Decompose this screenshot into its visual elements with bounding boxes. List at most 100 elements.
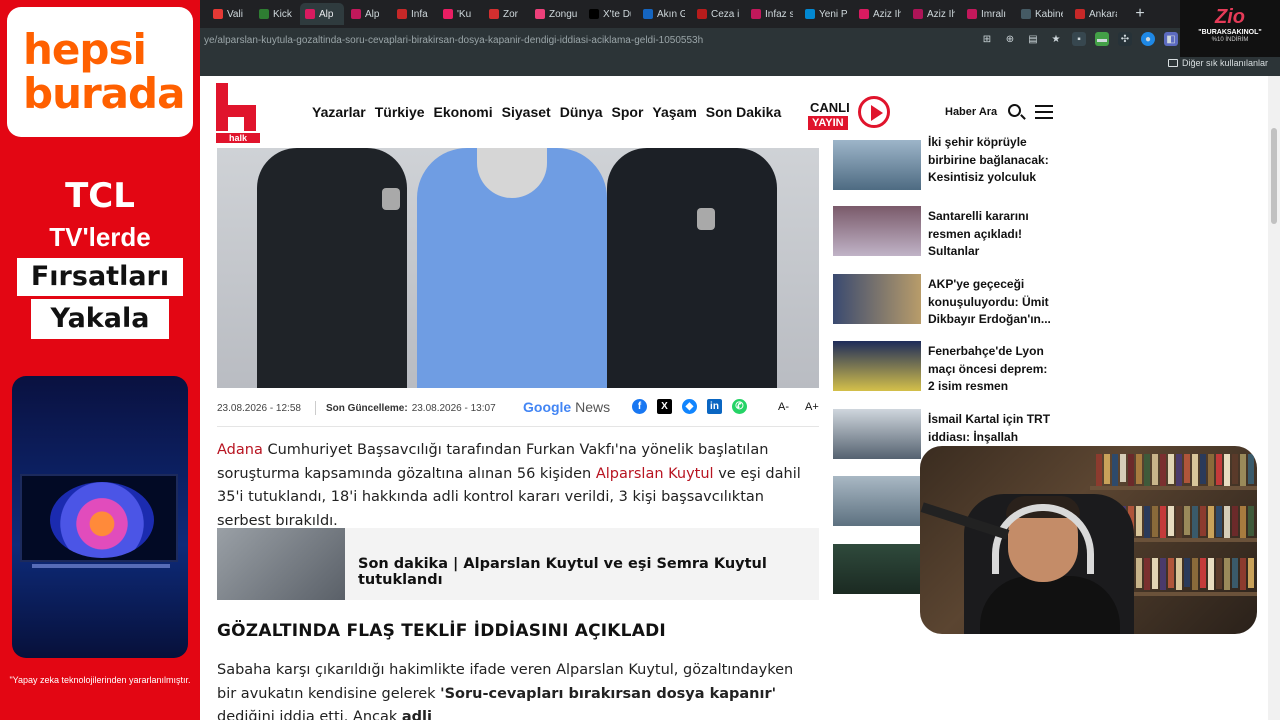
left-ad-banner[interactable]: hepsi burada TCL TV'lerde Fırsatları Yak…	[0, 0, 200, 720]
tab-favicon-icon	[535, 9, 545, 19]
related-news-title[interactable]: Son dakika | Alparslan Kuytul ve eşi Sem…	[358, 556, 819, 588]
browser-tab[interactable]: Kabine	[1016, 3, 1068, 25]
officer-left	[257, 148, 407, 388]
browser-tab[interactable]: Vali	[208, 3, 252, 25]
published-date: 23.08.2026 - 12:58	[217, 402, 301, 414]
sidebar-news-item[interactable]: Fenerbahçe'de Lyon maçı öncesi deprem: 2…	[833, 341, 1055, 397]
extension-icon[interactable]: ●	[1141, 32, 1155, 46]
bookshelf	[1090, 486, 1257, 490]
x-icon[interactable]: X	[657, 399, 672, 414]
browser-tab[interactable]: Akın Gü	[638, 3, 690, 25]
news-title[interactable]: Santarelli kararını resmen açıkladı! Sul…	[928, 208, 1053, 262]
extension-icon[interactable]: ▪	[1072, 32, 1086, 46]
search-news-label[interactable]: Haber Ara	[945, 106, 997, 118]
tab-favicon-icon	[213, 9, 223, 19]
url-text[interactable]: ye/alparslan-kuytula-gozaltinda-soru-cev…	[204, 35, 764, 46]
facebook-icon[interactable]: f	[632, 399, 647, 414]
news-title[interactable]: AKP'ye geçeceği konuşuluyordu: Ümit Dikb…	[928, 276, 1053, 329]
browser-tab[interactable]: Ankara	[1070, 3, 1122, 25]
linkedin-icon[interactable]: in	[707, 399, 722, 414]
tab-label: İnfa	[411, 8, 428, 20]
browser-tab[interactable]: 'Ku	[438, 3, 482, 25]
share-buttons: f X ◆ in ✆	[632, 399, 747, 414]
article-body-paragraph: Sabaha karşı çıkarıldığı hakimlikte ifad…	[217, 659, 807, 720]
body-text-2: dediğini iddia etti. Ancak	[217, 709, 402, 720]
extension-icon[interactable]: ◧	[1164, 32, 1178, 46]
browser-tab[interactable]: İnfaz sis	[746, 3, 798, 25]
body-quote: 'Soru-cevapları bırakırsan dosya kapanır…	[440, 685, 777, 702]
browser-tab[interactable]: Alp	[346, 3, 390, 25]
divider	[217, 426, 819, 427]
extension-icon[interactable]: ▬	[1095, 32, 1109, 46]
browser-tab[interactable]: İmralı S	[962, 3, 1014, 25]
live-broadcast-button[interactable]: CANLI YAYIN	[808, 94, 892, 132]
news-title[interactable]: Fenerbahçe'de Lyon maçı öncesi deprem: 2…	[928, 343, 1053, 397]
bluesky-icon[interactable]: ◆	[682, 399, 697, 414]
hepsiburada-logo[interactable]: hepsi burada	[7, 7, 193, 137]
browser-tab[interactable]: X'te Dü	[584, 3, 636, 25]
browser-tab[interactable]: Kick	[254, 3, 298, 25]
reader-icon[interactable]: ▤	[1026, 32, 1040, 46]
sidebar-news-item[interactable]: İki şehir köprüyle birbirine bağlanacak:…	[833, 135, 1055, 192]
nav-item-dunya[interactable]: Dünya	[560, 104, 603, 120]
browser-tab[interactable]: Zor	[484, 3, 528, 25]
updated-date: 23.08.2026 - 13:07	[411, 402, 496, 414]
tv-stand	[32, 564, 170, 568]
nav-item-ekonomi[interactable]: Ekonomi	[434, 104, 493, 120]
folder-icon	[1167, 59, 1178, 67]
tab-label: X'te Dü	[603, 8, 631, 20]
install-app-icon[interactable]: ⊞	[980, 32, 994, 46]
body-bold-2: adli	[401, 709, 432, 720]
related-news-card[interactable]: Son dakika | Alparslan Kuytul ve eşi Sem…	[217, 528, 819, 600]
tab-favicon-icon	[397, 9, 407, 19]
whatsapp-icon[interactable]: ✆	[732, 399, 747, 414]
extension-icon[interactable]: ✣	[1118, 32, 1132, 46]
nav-item-siyaset[interactable]: Siyaset	[502, 104, 551, 120]
nav-item-turkiye[interactable]: Türkiye	[375, 104, 425, 120]
main-nav: Yazarlar Türkiye Ekonomi Siyaset Dünya S…	[312, 104, 781, 120]
sidebar-news-item[interactable]: Santarelli kararını resmen açıkladı! Sul…	[833, 206, 1055, 262]
nav-item-son-dakika[interactable]: Son Dakika	[706, 104, 781, 120]
adana-link[interactable]: Adana	[217, 442, 263, 458]
nav-item-yasam[interactable]: Yaşam	[652, 104, 696, 120]
browser-tab[interactable]: Yeni Par	[800, 3, 852, 25]
tab-favicon-icon	[305, 9, 315, 19]
nav-item-spor[interactable]: Spor	[612, 104, 644, 120]
nav-item-yazarlar[interactable]: Yazarlar	[312, 104, 366, 120]
tab-favicon-icon	[1021, 9, 1031, 19]
tab-bar: Vali Kick Alp Alp İnfa 'Ku Zor Zongul X'te Dü Akı…	[200, 0, 1180, 28]
browser-tab[interactable]: Zongul	[530, 3, 582, 25]
tab-label: Kabine	[1035, 8, 1063, 20]
browser-tab[interactable]: Aziz İhs	[908, 3, 960, 25]
sponsor-overlay: Zio "BURAKSAKINOL" %10 İNDİRİM	[1180, 0, 1280, 57]
font-increase-button[interactable]: A+	[805, 401, 819, 413]
search-icon[interactable]	[1008, 104, 1021, 117]
news-title[interactable]: İki şehir köprüyle birbirine bağlanacak:…	[928, 134, 1053, 188]
google-news-link[interactable]: Google News	[523, 399, 610, 415]
font-decrease-button[interactable]: A-	[778, 401, 789, 413]
hamburger-menu-icon[interactable]	[1035, 105, 1053, 119]
halk-tv-logo[interactable]: halk	[216, 83, 260, 143]
browser-tab[interactable]: Ceza int	[692, 3, 744, 25]
tab-favicon-icon	[259, 9, 269, 19]
ad-tcl-text: TCL	[65, 176, 135, 216]
address-bar[interactable]: ye/alparslan-kuytula-gozaltinda-soru-cev…	[200, 28, 1280, 52]
tab-label: Aziz İhs	[873, 8, 901, 20]
page-scrollbar[interactable]	[1268, 76, 1280, 720]
alparslan-kuytul-link[interactable]: Alparslan Kuytul	[596, 466, 714, 482]
tab-favicon-icon	[967, 9, 977, 19]
divider	[315, 401, 316, 415]
news-thumbnail	[833, 476, 921, 526]
screen: hepsi burada TCL TV'lerde Fırsatları Yak…	[0, 0, 1280, 720]
sidebar-news-item[interactable]: AKP'ye geçeceği konuşuluyordu: Ümit Dikb…	[833, 274, 1055, 326]
browser-tab[interactable]: Aziz İhs	[854, 3, 906, 25]
ad-firsat-text: Fırsatları	[17, 258, 183, 296]
favorite-star-icon[interactable]: ★	[1049, 32, 1063, 46]
tab-favicon-icon	[805, 9, 815, 19]
scrollbar-thumb[interactable]	[1271, 128, 1277, 224]
other-bookmarks[interactable]: Diğer sık kullanılanlar	[1167, 58, 1268, 68]
zoom-icon[interactable]: ⊕	[1003, 32, 1017, 46]
new-tab-button[interactable]: +	[1130, 5, 1150, 23]
browser-tab[interactable]: İnfa	[392, 3, 436, 25]
browser-tab[interactable]: Alp	[300, 3, 344, 25]
